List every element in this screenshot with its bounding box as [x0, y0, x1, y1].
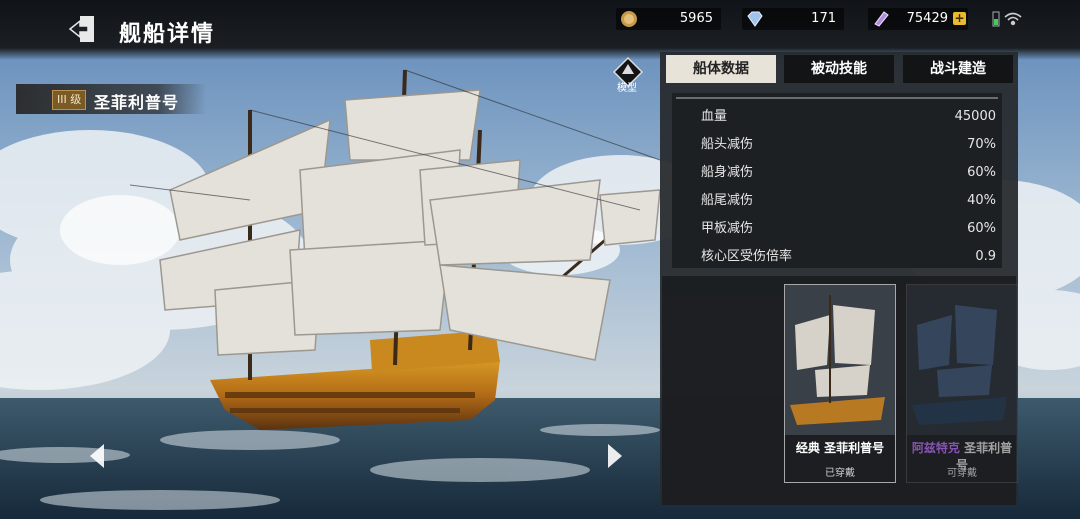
previous-ship-arrow-icon[interactable]: [86, 442, 108, 470]
tab-combat-build[interactable]: 战斗建造: [903, 55, 1013, 83]
stat-label: 血量: [701, 109, 728, 124]
stat-value: 60%: [967, 165, 996, 180]
skin-status-equipped: 已穿戴: [825, 468, 855, 479]
stat-label: 甲板减伤: [701, 221, 754, 236]
stat-value: 40%: [967, 193, 996, 208]
stat-label: 核心区受伤倍率: [701, 249, 793, 264]
diamond-value: 171: [811, 11, 836, 26]
stat-label: 船头减伤: [701, 137, 754, 152]
add-crystal-button[interactable]: +: [953, 12, 966, 25]
stat-value: 45000: [954, 109, 996, 124]
tab-hull-data[interactable]: 船体数据: [666, 55, 776, 83]
divider: [676, 97, 998, 99]
diamond-icon: [747, 11, 763, 27]
back-button[interactable]: [66, 12, 100, 46]
page-title: 舰船详情: [119, 22, 216, 47]
hull-stats-table: 血量 45000 船头减伤 70% 船身减伤 60% 船尾减伤 40% 甲板减伤…: [672, 93, 1002, 268]
stat-row: 甲板减伤 60%: [672, 215, 1002, 243]
stat-row: 船头减伤 70%: [672, 131, 1002, 159]
skin-status-available: 可穿戴: [947, 468, 977, 479]
stat-row: 核心区受伤倍率 0.9: [672, 243, 1002, 271]
crystal-icon: [874, 11, 889, 27]
stat-value: 60%: [967, 221, 996, 236]
gold-counter: 5965: [616, 8, 721, 30]
skin-thumbnail-classic: [785, 285, 895, 435]
skin-ship-name: 圣菲利普号: [824, 441, 885, 455]
stat-value: 70%: [967, 137, 996, 152]
ship-name: 圣菲利普号: [94, 93, 180, 112]
model-view-label: 模型: [617, 83, 637, 94]
stat-row: 船身减伤 60%: [672, 159, 1002, 187]
ship-tier-badge: III 级: [52, 90, 87, 110]
skin-prefix-classic: 经典: [795, 441, 820, 455]
gold-coin-icon: [621, 11, 637, 27]
stat-label: 船身减伤: [701, 165, 754, 180]
gold-value: 5965: [679, 11, 713, 26]
wifi-icon: [1004, 12, 1022, 26]
skin-card-aztec[interactable]: 阿兹特克 圣菲利普号 可穿戴: [906, 284, 1018, 483]
battery-icon: [992, 11, 1000, 27]
skin-thumbnail-aztec: [907, 285, 1017, 435]
diamond-counter: 171: [742, 8, 844, 30]
skin-prefix-aztec: 阿兹特克: [911, 441, 960, 455]
next-ship-arrow-icon[interactable]: [604, 442, 626, 470]
skin-name-classic: 经典 圣菲利普号: [785, 439, 895, 456]
skin-card-classic[interactable]: 经典 圣菲利普号 已穿戴: [784, 284, 896, 483]
stat-label: 船尾减伤: [701, 193, 754, 208]
stat-row: 船尾减伤 40%: [672, 187, 1002, 215]
stat-value: 0.9: [975, 249, 996, 264]
stat-row: 血量 45000: [672, 103, 1002, 131]
status-indicators: [992, 11, 1022, 27]
crystal-counter: 75429 +: [868, 8, 968, 30]
tab-passive-skills[interactable]: 被动技能: [784, 55, 894, 83]
crystal-value: 75429: [906, 11, 948, 26]
